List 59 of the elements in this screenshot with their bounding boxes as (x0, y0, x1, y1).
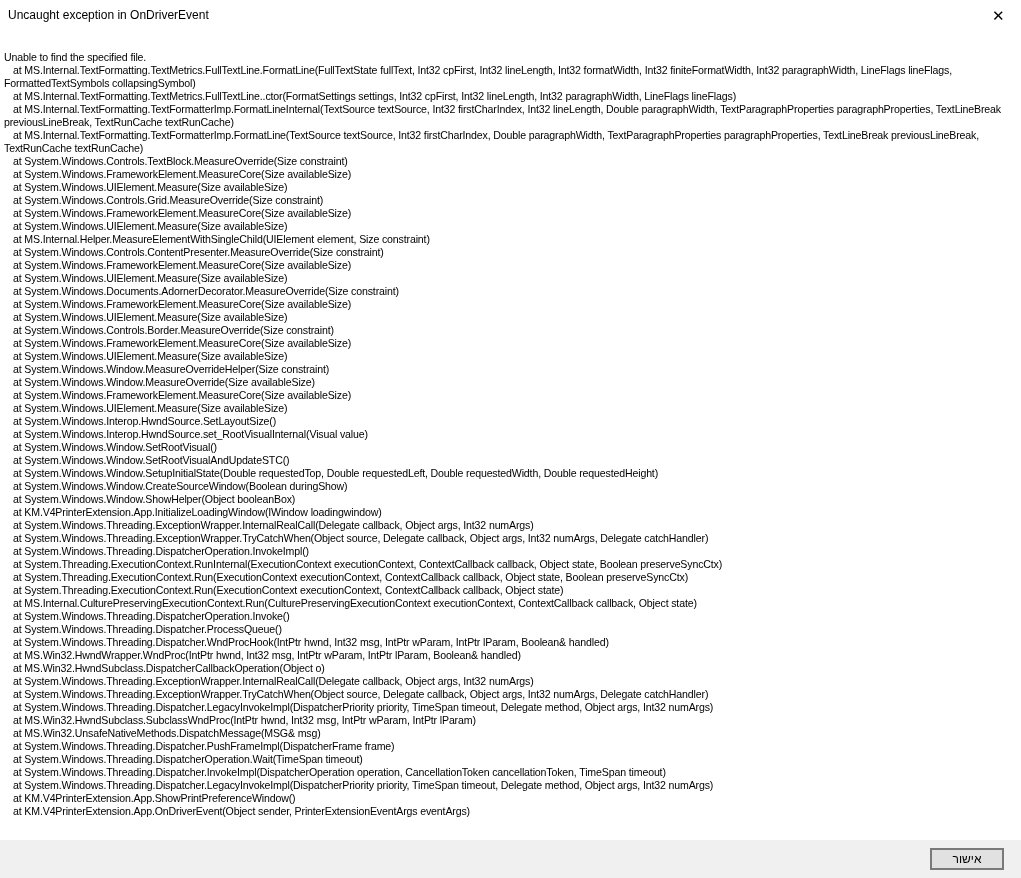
stack-trace-line: at System.Windows.Controls.TextBlock.MeasureOverride(Size constraint) (12, 155, 349, 168)
stack-trace-line: at System.Windows.FrameworkElement.MeasureCore(Size availableSize) (12, 337, 353, 350)
stack-trace-line: at KM.V4PrinterExtension.App.ShowPrintPreferenceWindow() (12, 792, 297, 805)
stack-trace-line: at System.Windows.Window.CreateSourceWindow(Boolean duringShow) (12, 480, 349, 493)
stack-trace-line: at KM.V4PrinterExtension.App.InitializeLoadingWindow(IWindow loadingwindow) (12, 506, 383, 519)
stack-trace-line: at System.Windows.Threading.ExceptionWrapper.TryCatchWhen(Object source, Delegate callback, Object args, Int32 numArgs, Delegate catchHandler) (12, 688, 710, 701)
stack-trace-line: at System.Windows.Threading.Dispatcher.InvokeImpl(DispatcherOperation operation, CancellationToken cancellationToken, TimeSpan timeout) (12, 766, 667, 779)
stack-trace-line: at System.Windows.UIElement.Measure(Size availableSize) (12, 350, 289, 363)
stack-trace-line: at System.Windows.FrameworkElement.MeasureCore(Size availableSize) (12, 389, 353, 402)
stack-trace-line: at KM.V4PrinterExtension.App.OnDriverEvent(Object sender, PrinterExtensionEventArgs eventArgs) (12, 805, 471, 818)
stack-trace-line: at System.Windows.Window.SetRootVisualAndUpdateSTC() (12, 454, 291, 467)
stack-trace-line: at System.Windows.Threading.ExceptionWrapper.InternalRealCall(Delegate callback, Object args, Int32 numArgs) (12, 519, 535, 532)
stack-trace-line: at System.Windows.Threading.Dispatcher.LegacyInvokeImpl(DispatcherPriority priority, TimeSpan timeout, Delegate method, Object args, Int32 numArgs) (12, 779, 715, 792)
stack-trace-line: at System.Windows.UIElement.Measure(Size availableSize) (12, 220, 289, 233)
stack-trace-line: at System.Windows.UIElement.Measure(Size availableSize) (12, 311, 289, 324)
stack-trace-line: at System.Windows.UIElement.Measure(Size availableSize) (12, 272, 289, 285)
stack-trace-line: at System.Windows.Interop.HwndSource.SetLayoutSize() (12, 415, 278, 428)
stack-trace-line: at System.Windows.Controls.ContentPresenter.MeasureOverride(Size constraint) (12, 246, 385, 259)
stack-trace-line: at System.Windows.Threading.ExceptionWrapper.InternalRealCall(Delegate callback, Object args, Int32 numArgs) (12, 675, 535, 688)
stack-trace-line: at System.Windows.UIElement.Measure(Size availableSize) (12, 402, 289, 415)
stack-trace-line: at System.Windows.Window.ShowHelper(Object booleanBox) (12, 493, 297, 506)
stack-trace-line: at System.Windows.FrameworkElement.MeasureCore(Size availableSize) (12, 298, 353, 311)
stack-trace-line: at MS.Internal.CulturePreservingExecutionContext.Run(CulturePreservingExecutionContext executionContext, ContextCallback callback, Object state) (12, 597, 698, 610)
stack-trace-line: at MS.Internal.TextFormatting.TextMetrics.FullTextLine..ctor(FormatSettings settings, Int32 cpFirst, Int32 lineLength, Int32 paragraphWidth, LineFlags lineFlags) (12, 90, 738, 103)
stack-trace-line: at System.Windows.Threading.Dispatcher.WndProcHook(IntPtr hwnd, Int32 msg, IntPtr wParam, IntPtr lParam, Boolean& handled) (12, 636, 610, 649)
stack-trace-line: at System.Windows.Threading.ExceptionWrapper.TryCatchWhen(Object source, Delegate callback, Object args, Int32 numArgs, Delegate catchHandler) (12, 532, 710, 545)
stack-trace-line: at System.Windows.Threading.Dispatcher.ProcessQueue() (12, 623, 283, 636)
stack-trace-line: at System.Windows.Threading.Dispatcher.LegacyInvokeImpl(DispatcherPriority priority, TimeSpan timeout, Delegate method, Object args, Int32 numArgs) (12, 701, 715, 714)
stack-trace-line: at System.Threading.ExecutionContext.Run(ExecutionContext executionContext, ContextCallback callback, Object state) (12, 584, 565, 597)
ok-button[interactable]: אישור (930, 848, 1004, 870)
stack-trace-line: at System.Windows.FrameworkElement.MeasureCore(Size availableSize) (12, 207, 353, 220)
stack-trace-line: at MS.Internal.TextFormatting.TextMetrics.FullTextLine.FormatLine(FullTextState fullText, Int32 cpFirst, Int32 lineLength, Int32 formatWidth, Int32 finiteFormatWidth, Int32 paragraphWidth, LineFlags lineFlags, FormattedTextSymbols collapsingSymbol) (4, 64, 953, 90)
stack-trace-line: at System.Windows.FrameworkElement.MeasureCore(Size availableSize) (12, 168, 353, 181)
stack-trace-line: at System.Windows.Window.SetupInitialState(Double requestedTop, Double requestedLeft, Double requestedWidth, Double requestedHeight) (12, 467, 660, 480)
stack-trace-line: at System.Threading.ExecutionContext.RunInternal(ExecutionContext executionContext, ContextCallback callback, Object state, Boolean preserveSyncCtx) (12, 558, 724, 571)
window-title: Uncaught exception in OnDriverEvent (8, 7, 209, 24)
stack-trace-line: at MS.Win32.HwndWrapper.WndProc(IntPtr hwnd, Int32 msg, IntPtr wParam, IntPtr lParam, Boolean& handled) (12, 649, 522, 662)
error-message: Unable to find the specified file. (4, 51, 148, 64)
stack-trace-line: at MS.Internal.Helper.MeasureElementWithSingleChild(UIElement element, Size constraint) (12, 233, 431, 246)
stack-trace-line: at System.Windows.UIElement.Measure(Size availableSize) (12, 181, 289, 194)
close-button[interactable]: ✕ (975, 0, 1021, 30)
stack-trace-line: at System.Windows.Window.MeasureOverrideHelper(Size constraint) (12, 363, 331, 376)
stack-trace-line: at MS.Internal.TextFormatting.TextFormatterImp.FormatLine(TextSource textSource, Int32 firstCharIndex, Double paragraphWidth, TextParagraphProperties paragraphProperties, TextLineBreak previousLineBreak, TextRunCache textRunCache) (4, 129, 981, 155)
stack-trace-line: at System.Windows.Threading.DispatcherOperation.InvokeImpl() (12, 545, 310, 558)
stack-trace-line: at MS.Internal.TextFormatting.TextFormatterImp.FormatLineInternal(TextSource textSource, Int32 firstCharIndex, Int32 lineLength, Double paragraphWidth, TextParagraphProperties paragraphProperties, TextLineBreak previousLineBreak, TextRunCache textRunCache) (4, 103, 1002, 129)
stack-trace-line: at MS.Win32.UnsafeNativeMethods.DispatchMessage(MSG& msg) (12, 727, 322, 740)
stack-trace-line: at System.Windows.FrameworkElement.MeasureCore(Size availableSize) (12, 259, 353, 272)
stack-trace-line: at System.Threading.ExecutionContext.Run(ExecutionContext executionContext, ContextCallback callback, Object state, Boolean preserveSyncCtx) (12, 571, 689, 584)
stack-trace-line: at System.Windows.Window.MeasureOverride(Size availableSize) (12, 376, 316, 389)
stack-trace-line: at System.Windows.Controls.Grid.MeasureOverride(Size constraint) (12, 194, 325, 207)
stack-trace-line: at System.Windows.Threading.DispatcherOperation.Invoke() (12, 610, 291, 623)
stack-trace-line: at System.Windows.Threading.Dispatcher.PushFrameImpl(DispatcherFrame frame) (12, 740, 396, 753)
stack-trace-line: at System.Windows.Window.SetRootVisual() (12, 441, 218, 454)
stack-trace-line: at System.Windows.Interop.HwndSource.set_RootVisualInternal(Visual value) (12, 428, 369, 441)
stack-trace-line: at MS.Win32.HwndSubclass.DispatcherCallbackOperation(Object o) (12, 662, 326, 675)
stack-trace-line: at System.Windows.Documents.AdornerDecorator.MeasureOverride(Size constraint) (12, 285, 400, 298)
stack-trace-line: at System.Windows.Threading.DispatcherOperation.Wait(TimeSpan timeout) (12, 753, 364, 766)
stack-trace-line: at MS.Win32.HwndSubclass.SubclassWndProc(IntPtr hwnd, Int32 msg, IntPtr wParam, IntPtr lParam) (12, 714, 477, 727)
stack-trace-line: at System.Windows.Controls.Border.MeasureOverride(Size constraint) (12, 324, 335, 337)
